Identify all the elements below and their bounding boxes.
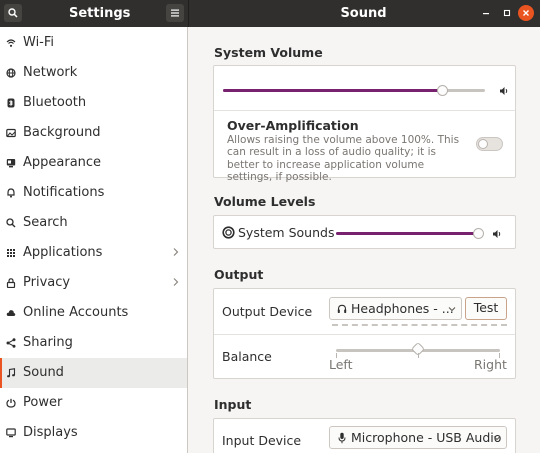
output-device-underline bbox=[332, 324, 507, 326]
sidebar-item-label: Appearance bbox=[23, 155, 102, 170]
system-volume-slider-fill bbox=[223, 89, 444, 92]
wifi-icon bbox=[6, 39, 16, 47]
sidebar-item-label: Wi-Fi bbox=[23, 35, 55, 50]
sidebar-item-label: Privacy bbox=[23, 275, 71, 290]
sidebar-item-label: Displays bbox=[23, 425, 78, 440]
volume-levels-frame: System Sounds bbox=[213, 215, 516, 249]
sound-panel: System Volume Over-Amplification Allows … bbox=[189, 27, 540, 453]
over-amplification-description: Allows raising the volume above 100%. Th… bbox=[227, 134, 460, 184]
chevron-down-icon bbox=[493, 436, 501, 441]
system-sounds-icon bbox=[222, 226, 235, 239]
sidebar-item-applications[interactable]: Applications bbox=[0, 238, 187, 268]
input-device-value: Microphone - USB Audio bbox=[351, 430, 502, 445]
chevron-down-icon bbox=[448, 307, 456, 312]
system-sounds-slider-knob[interactable] bbox=[473, 228, 485, 239]
speaker-icon bbox=[500, 87, 508, 95]
header-bar: Settings Sound bbox=[0, 0, 540, 27]
system-volume-slider-knob[interactable] bbox=[437, 85, 449, 96]
close-button[interactable] bbox=[518, 5, 534, 21]
output-device-value: Headphones - ... bbox=[351, 301, 454, 316]
sidebar-item-label: Power bbox=[23, 395, 63, 410]
balance-right-label: Right bbox=[474, 357, 507, 372]
maximize-icon bbox=[503, 9, 511, 17]
bluetooth-icon bbox=[7, 98, 15, 108]
sidebar-item-label: Notifications bbox=[23, 185, 105, 200]
output-device-select[interactable]: Headphones - ... bbox=[329, 297, 462, 320]
music-note-icon bbox=[7, 368, 16, 378]
sidebar-item-wifi[interactable]: Wi-Fi bbox=[0, 28, 187, 58]
sidebar-item-label: Sharing bbox=[23, 335, 73, 350]
sidebar-item-label: Search bbox=[23, 215, 68, 230]
sidebar-item-label: Sound bbox=[23, 365, 64, 380]
hamburger-icon bbox=[171, 9, 179, 17]
sidebar-item-label: Applications bbox=[23, 245, 103, 260]
chevron-right-icon bbox=[173, 278, 179, 286]
speaker-icon bbox=[493, 230, 501, 238]
sidebar-item-sound[interactable]: Sound bbox=[0, 358, 187, 388]
share-icon bbox=[6, 338, 16, 348]
divider bbox=[214, 334, 515, 335]
sidebar-item-label: Online Accounts bbox=[23, 305, 129, 320]
cloud-icon bbox=[6, 310, 16, 316]
lock-icon bbox=[6, 278, 16, 288]
balance-tick-center bbox=[418, 353, 419, 358]
input-heading: Input bbox=[214, 397, 252, 412]
close-icon bbox=[523, 10, 529, 16]
system-volume-frame: Over-Amplification Allows raising the vo… bbox=[213, 65, 516, 183]
output-heading: Output bbox=[214, 267, 264, 282]
output-device-label: Output Device bbox=[222, 304, 313, 319]
input-frame: Input Device Microphone - USB Audio bbox=[213, 418, 516, 453]
power-icon bbox=[6, 398, 16, 408]
sidebar-item-network[interactable]: Network bbox=[0, 58, 187, 88]
sidebar-item-notifications[interactable]: Notifications bbox=[0, 178, 187, 208]
output-frame: Output Device Headphones - ... Test Bala… bbox=[213, 288, 516, 379]
system-sounds-label: System Sounds bbox=[238, 225, 335, 240]
menu-button[interactable] bbox=[166, 4, 184, 22]
sidebar-item-appearance[interactable]: Appearance bbox=[0, 148, 187, 178]
input-device-label: Input Device bbox=[222, 433, 302, 448]
minimize-button[interactable] bbox=[478, 5, 494, 21]
grid-icon bbox=[7, 249, 15, 257]
bell-icon bbox=[7, 188, 15, 198]
over-amplification-toggle[interactable] bbox=[476, 137, 503, 151]
balance-left-label: Left bbox=[329, 357, 353, 372]
sidebar-item-power[interactable]: Power bbox=[0, 388, 187, 418]
sidebar-item-online-accounts[interactable]: Online Accounts bbox=[0, 298, 187, 328]
sidebar-item-search[interactable]: Search bbox=[0, 208, 187, 238]
balance-label: Balance bbox=[222, 349, 272, 364]
sidebar: Wi-Fi Network Bluetooth Background Appea… bbox=[0, 27, 188, 453]
sidebar-item-displays[interactable]: Displays bbox=[0, 418, 187, 448]
divider bbox=[214, 110, 515, 111]
page-title-text: Sound bbox=[340, 6, 387, 21]
maximize-button[interactable] bbox=[499, 5, 515, 21]
over-amplification-title: Over-Amplification bbox=[227, 118, 359, 133]
toggle-knob bbox=[478, 139, 488, 149]
sidebar-item-bluetooth[interactable]: Bluetooth bbox=[0, 88, 187, 118]
system-volume-heading: System Volume bbox=[214, 45, 323, 60]
input-device-select[interactable]: Microphone - USB Audio bbox=[329, 426, 507, 449]
network-icon bbox=[6, 68, 16, 78]
sidebar-item-privacy[interactable]: Privacy bbox=[0, 268, 187, 298]
search-icon bbox=[8, 8, 18, 18]
headphones-icon bbox=[337, 304, 347, 313]
microphone-icon bbox=[338, 432, 346, 444]
appearance-icon bbox=[6, 159, 16, 168]
background-icon bbox=[6, 128, 16, 138]
sidebar-item-sharing[interactable]: Sharing bbox=[0, 328, 187, 358]
test-button[interactable]: Test bbox=[465, 297, 507, 320]
sidebar-item-label: Network bbox=[23, 65, 78, 80]
search-icon bbox=[6, 218, 16, 228]
minimize-icon bbox=[483, 13, 489, 15]
system-sounds-slider-fill bbox=[336, 232, 480, 235]
volume-levels-heading: Volume Levels bbox=[214, 194, 316, 209]
sidebar-item-label: Background bbox=[23, 125, 101, 140]
sidebar-item-label: Bluetooth bbox=[23, 95, 87, 110]
sidebar-item-background[interactable]: Background bbox=[0, 118, 187, 148]
display-icon bbox=[6, 428, 16, 438]
search-button[interactable] bbox=[4, 4, 22, 22]
chevron-right-icon bbox=[173, 248, 179, 256]
